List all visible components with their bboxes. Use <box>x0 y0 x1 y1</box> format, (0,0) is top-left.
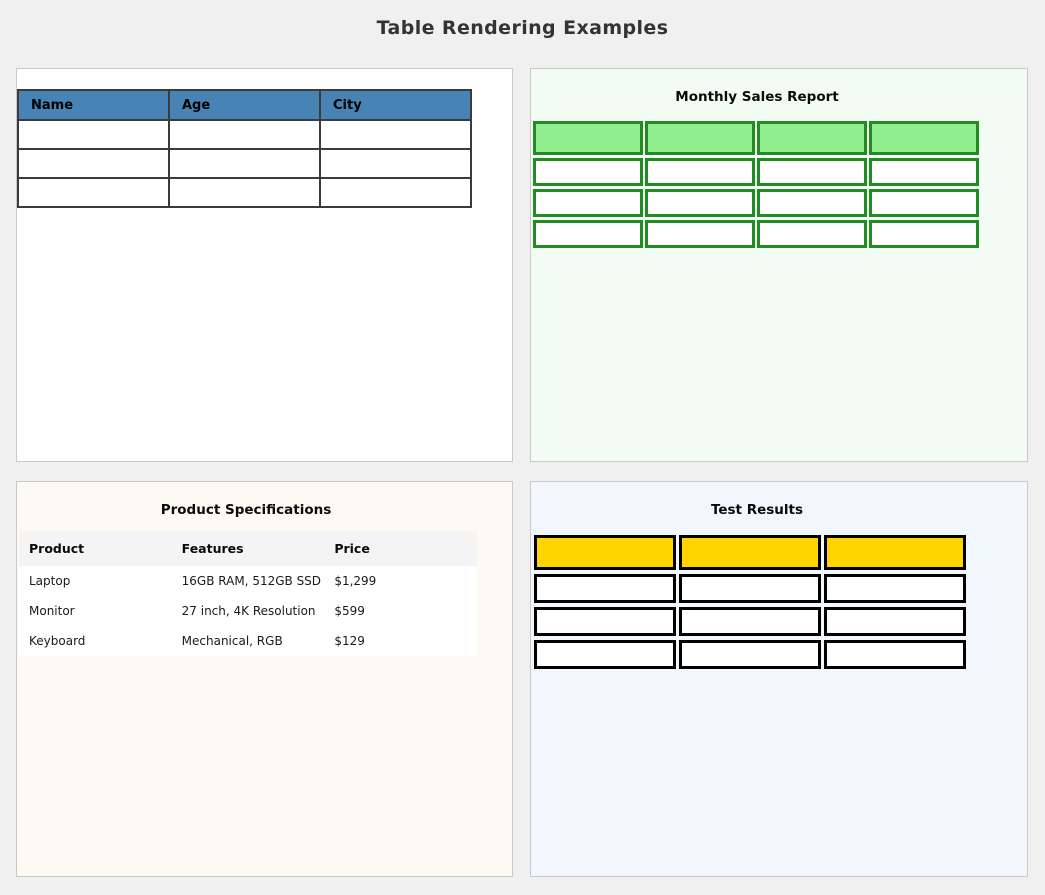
table-cell <box>533 158 643 186</box>
table-cell <box>645 189 755 217</box>
table-cell <box>534 607 676 636</box>
table-cell <box>18 178 169 207</box>
table-cell <box>757 189 867 217</box>
table-row: Monitor 27 inch, 4K Resolution $599 <box>19 596 477 626</box>
product-cell: Keyboard <box>19 626 172 656</box>
table-row <box>18 120 471 149</box>
table-row: Laptop 16GB RAM, 512GB SSD $1,299 <box>19 566 477 596</box>
table-cell <box>824 574 966 603</box>
product-specs-table: Product Features Price Laptop 16GB RAM, … <box>19 531 477 656</box>
table-row <box>534 607 966 636</box>
table-cell <box>169 149 320 178</box>
header-cell <box>679 535 821 570</box>
table-cell <box>169 178 320 207</box>
panel-test-results: Test Results <box>530 481 1028 877</box>
basic-table: Name Age City <box>17 89 472 208</box>
table-cell <box>534 640 676 669</box>
product-specs-title: Product Specifications <box>17 502 475 518</box>
table-cell <box>645 158 755 186</box>
table-cell <box>533 220 643 248</box>
table-row <box>534 640 966 669</box>
table-cell <box>18 149 169 178</box>
column-header-city: City <box>320 90 471 120</box>
product-cell: Monitor <box>19 596 172 626</box>
table-cell <box>824 607 966 636</box>
table-cell <box>679 607 821 636</box>
table-cell <box>869 220 979 248</box>
features-cell: 16GB RAM, 512GB SSD <box>172 566 325 596</box>
column-header-age: Age <box>169 90 320 120</box>
table-cell <box>534 574 676 603</box>
table-cell <box>824 640 966 669</box>
table-cell <box>679 640 821 669</box>
column-header-features: Features <box>172 531 325 566</box>
header-cell <box>533 121 643 155</box>
price-cell: $599 <box>324 596 477 626</box>
table-header-row: Name Age City <box>18 90 471 120</box>
header-cell <box>869 121 979 155</box>
table-header-row: Product Features Price <box>19 531 477 566</box>
price-cell: $1,299 <box>324 566 477 596</box>
table-cell <box>869 189 979 217</box>
monthly-sales-title: Monthly Sales Report <box>531 89 983 105</box>
column-header-product: Product <box>19 531 172 566</box>
header-cell <box>534 535 676 570</box>
panel-basic-table: Name Age City <box>16 68 513 462</box>
table-row <box>533 189 979 217</box>
table-cell <box>679 574 821 603</box>
table-cell <box>757 220 867 248</box>
table-header-row <box>533 121 979 155</box>
header-cell <box>824 535 966 570</box>
product-cell: Laptop <box>19 566 172 596</box>
panel-monthly-sales: Monthly Sales Report <box>530 68 1028 462</box>
table-cell <box>320 149 471 178</box>
column-header-price: Price <box>324 531 477 566</box>
table-cell <box>645 220 755 248</box>
test-results-title: Test Results <box>531 502 983 518</box>
panel-product-specs: Product Specifications Product Features … <box>16 481 513 877</box>
header-cell <box>645 121 755 155</box>
table-cell <box>533 189 643 217</box>
table-cell <box>869 158 979 186</box>
table-row <box>533 158 979 186</box>
table-row <box>533 220 979 248</box>
table-cell <box>18 120 169 149</box>
price-cell: $129 <box>324 626 477 656</box>
table-cell <box>757 158 867 186</box>
page-title: Table Rendering Examples <box>0 0 1045 39</box>
header-cell <box>757 121 867 155</box>
table-row <box>18 149 471 178</box>
features-cell: Mechanical, RGB <box>172 626 325 656</box>
table-row <box>534 574 966 603</box>
table-row <box>18 178 471 207</box>
table-header-row <box>534 535 966 570</box>
test-results-table <box>531 531 969 673</box>
table-cell <box>320 178 471 207</box>
table-cell <box>320 120 471 149</box>
monthly-sales-table <box>531 118 981 251</box>
features-cell: 27 inch, 4K Resolution <box>172 596 325 626</box>
table-row: Keyboard Mechanical, RGB $129 <box>19 626 477 656</box>
column-header-name: Name <box>18 90 169 120</box>
table-cell <box>169 120 320 149</box>
